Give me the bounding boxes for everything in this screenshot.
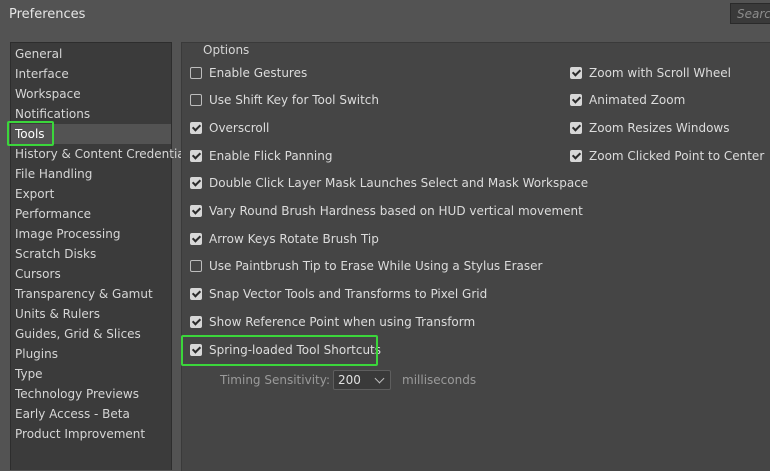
option-label: Use Paintbrush Tip to Erase While Using … xyxy=(209,259,543,273)
option-label: Snap Vector Tools and Transforms to Pixe… xyxy=(209,287,488,301)
sidebar-item-performance[interactable]: Performance xyxy=(11,204,171,224)
option-zoom-with-scroll-wheel[interactable]: Zoom with Scroll Wheel xyxy=(570,64,731,82)
checkbox-double-click-layer-mask-launches-select-and-mask-workspace[interactable] xyxy=(190,177,202,189)
option-label: Spring-loaded Tool Shortcuts xyxy=(209,343,382,357)
sidebar-item-plugins[interactable]: Plugins xyxy=(11,344,171,364)
timing-sensitivity-value: 200 xyxy=(338,373,361,387)
option-enable-flick-panning[interactable]: Enable Flick Panning xyxy=(190,147,332,165)
sidebar-item-image-processing[interactable]: Image Processing xyxy=(11,224,171,244)
chevron-down-icon xyxy=(374,373,385,384)
sidebar-item-notifications[interactable]: Notifications xyxy=(11,104,171,124)
sidebar-item-interface[interactable]: Interface xyxy=(11,64,171,84)
option-snap-vector-tools-and-transforms-to-pixel-grid[interactable]: Snap Vector Tools and Transforms to Pixe… xyxy=(190,285,487,303)
window-title: Preferences xyxy=(9,7,86,22)
checkbox-zoom-clicked-point-to-center[interactable] xyxy=(570,150,582,162)
sidebar-item-export[interactable]: Export xyxy=(11,184,171,204)
timing-unit-label: milliseconds xyxy=(402,373,477,387)
options-heading: Options xyxy=(203,43,250,57)
option-label: Double Click Layer Mask Launches Select … xyxy=(209,176,589,190)
sidebar-item-technology-previews[interactable]: Technology Previews xyxy=(11,384,171,404)
option-zoom-clicked-point-to-center[interactable]: Zoom Clicked Point to Center xyxy=(570,147,764,165)
option-label: Zoom with Scroll Wheel xyxy=(589,66,731,80)
checkbox-zoom-resizes-windows[interactable] xyxy=(570,122,582,134)
preferences-window: Preferences Search GeneralInterfaceWorks… xyxy=(0,0,770,471)
checkbox-enable-gestures[interactable] xyxy=(190,67,202,79)
sidebar-item-general[interactable]: General xyxy=(11,44,171,64)
checkbox-show-reference-point-when-using-transform[interactable] xyxy=(190,316,202,328)
timing-sensitivity-label: Timing Sensitivity: xyxy=(220,373,330,387)
checkbox-spring-loaded-tool-shortcuts[interactable] xyxy=(190,344,202,356)
option-vary-round-brush-hardness-based-on-hud-vertical-movement[interactable]: Vary Round Brush Hardness based on HUD v… xyxy=(190,202,583,220)
option-use-shift-key-for-tool-switch[interactable]: Use Shift Key for Tool Switch xyxy=(190,91,379,109)
option-overscroll[interactable]: Overscroll xyxy=(190,119,269,137)
sidebar-item-product-improvement[interactable]: Product Improvement xyxy=(11,424,171,444)
sidebar-item-early-access-beta[interactable]: Early Access - Beta xyxy=(11,404,171,424)
option-show-reference-point-when-using-transform[interactable]: Show Reference Point when using Transfor… xyxy=(190,313,475,331)
preferences-sidebar: General Interface Workspace Notifications To… xyxy=(10,42,194,470)
sidebar-item-transparency-gamut[interactable]: Transparency & Gamut xyxy=(11,284,171,304)
sidebar-item-scratch-disks[interactable]: Scratch Disks xyxy=(11,244,171,264)
checkbox-use-paintbrush-tip-to-erase-while-using-a-stylus-eraser[interactable] xyxy=(190,260,202,272)
option-label: Overscroll xyxy=(209,121,270,135)
checkbox-arrow-keys-rotate-brush-tip[interactable] xyxy=(190,233,202,245)
option-zoom-resizes-windows[interactable]: Zoom Resizes Windows xyxy=(570,119,730,137)
option-use-paintbrush-tip-to-erase-while-using-a-stylus-eraser[interactable]: Use Paintbrush Tip to Erase While Using … xyxy=(190,257,542,275)
sidebar-item-guides-grid-slices[interactable]: Guides, Grid & Slices xyxy=(11,324,171,344)
sidebar-item-units-rulers[interactable]: Units & Rulers xyxy=(11,304,171,324)
sidebar-item-file-handling[interactable]: File Handling xyxy=(11,164,171,184)
option-label: Enable Gestures xyxy=(209,66,308,80)
option-label: Enable Flick Panning xyxy=(209,149,333,163)
option-animated-zoom[interactable]: Animated Zoom xyxy=(570,91,685,109)
sidebar-item-type[interactable]: Type xyxy=(11,364,171,384)
search-input[interactable]: Search xyxy=(730,3,770,24)
option-enable-gestures[interactable]: Enable Gestures xyxy=(190,64,307,82)
option-arrow-keys-rotate-brush-tip[interactable]: Arrow Keys Rotate Brush Tip xyxy=(190,230,379,248)
sidebar-item-tools[interactable]: Tools xyxy=(11,124,171,144)
option-label: Show Reference Point when using Transfor… xyxy=(209,315,476,329)
title-bar: Preferences Search xyxy=(0,0,770,30)
option-label: Use Shift Key for Tool Switch xyxy=(209,93,380,107)
checkbox-enable-flick-panning[interactable] xyxy=(190,150,202,162)
option-label: Vary Round Brush Hardness based on HUD v… xyxy=(209,204,583,218)
sidebar-item-workspace[interactable]: Workspace xyxy=(11,84,171,104)
option-double-click-layer-mask-launches-select-and-mask-workspace[interactable]: Double Click Layer Mask Launches Select … xyxy=(190,174,588,192)
checkbox-vary-round-brush-hardness-based-on-hud-vertical-movement[interactable] xyxy=(190,205,202,217)
option-spring-loaded-tool-shortcuts[interactable]: Spring-loaded Tool Shortcuts xyxy=(190,341,381,359)
timing-sensitivity-select[interactable]: 200 xyxy=(333,370,391,390)
checkbox-overscroll[interactable] xyxy=(190,122,202,134)
sidebar-item-history-content-credentials[interactable]: History & Content Credentials xyxy=(11,144,194,164)
option-label: Zoom Clicked Point to Center xyxy=(589,149,765,163)
checkbox-snap-vector-tools-and-transforms-to-pixel-grid[interactable] xyxy=(190,288,202,300)
option-label: Animated Zoom xyxy=(589,93,686,107)
sidebar-item-cursors[interactable]: Cursors xyxy=(11,264,171,284)
option-label: Arrow Keys Rotate Brush Tip xyxy=(209,232,379,246)
option-label: Zoom Resizes Windows xyxy=(589,121,730,135)
checkbox-use-shift-key-for-tool-switch[interactable] xyxy=(190,94,202,106)
checkbox-animated-zoom[interactable] xyxy=(570,94,582,106)
checkbox-zoom-with-scroll-wheel[interactable] xyxy=(570,67,582,79)
